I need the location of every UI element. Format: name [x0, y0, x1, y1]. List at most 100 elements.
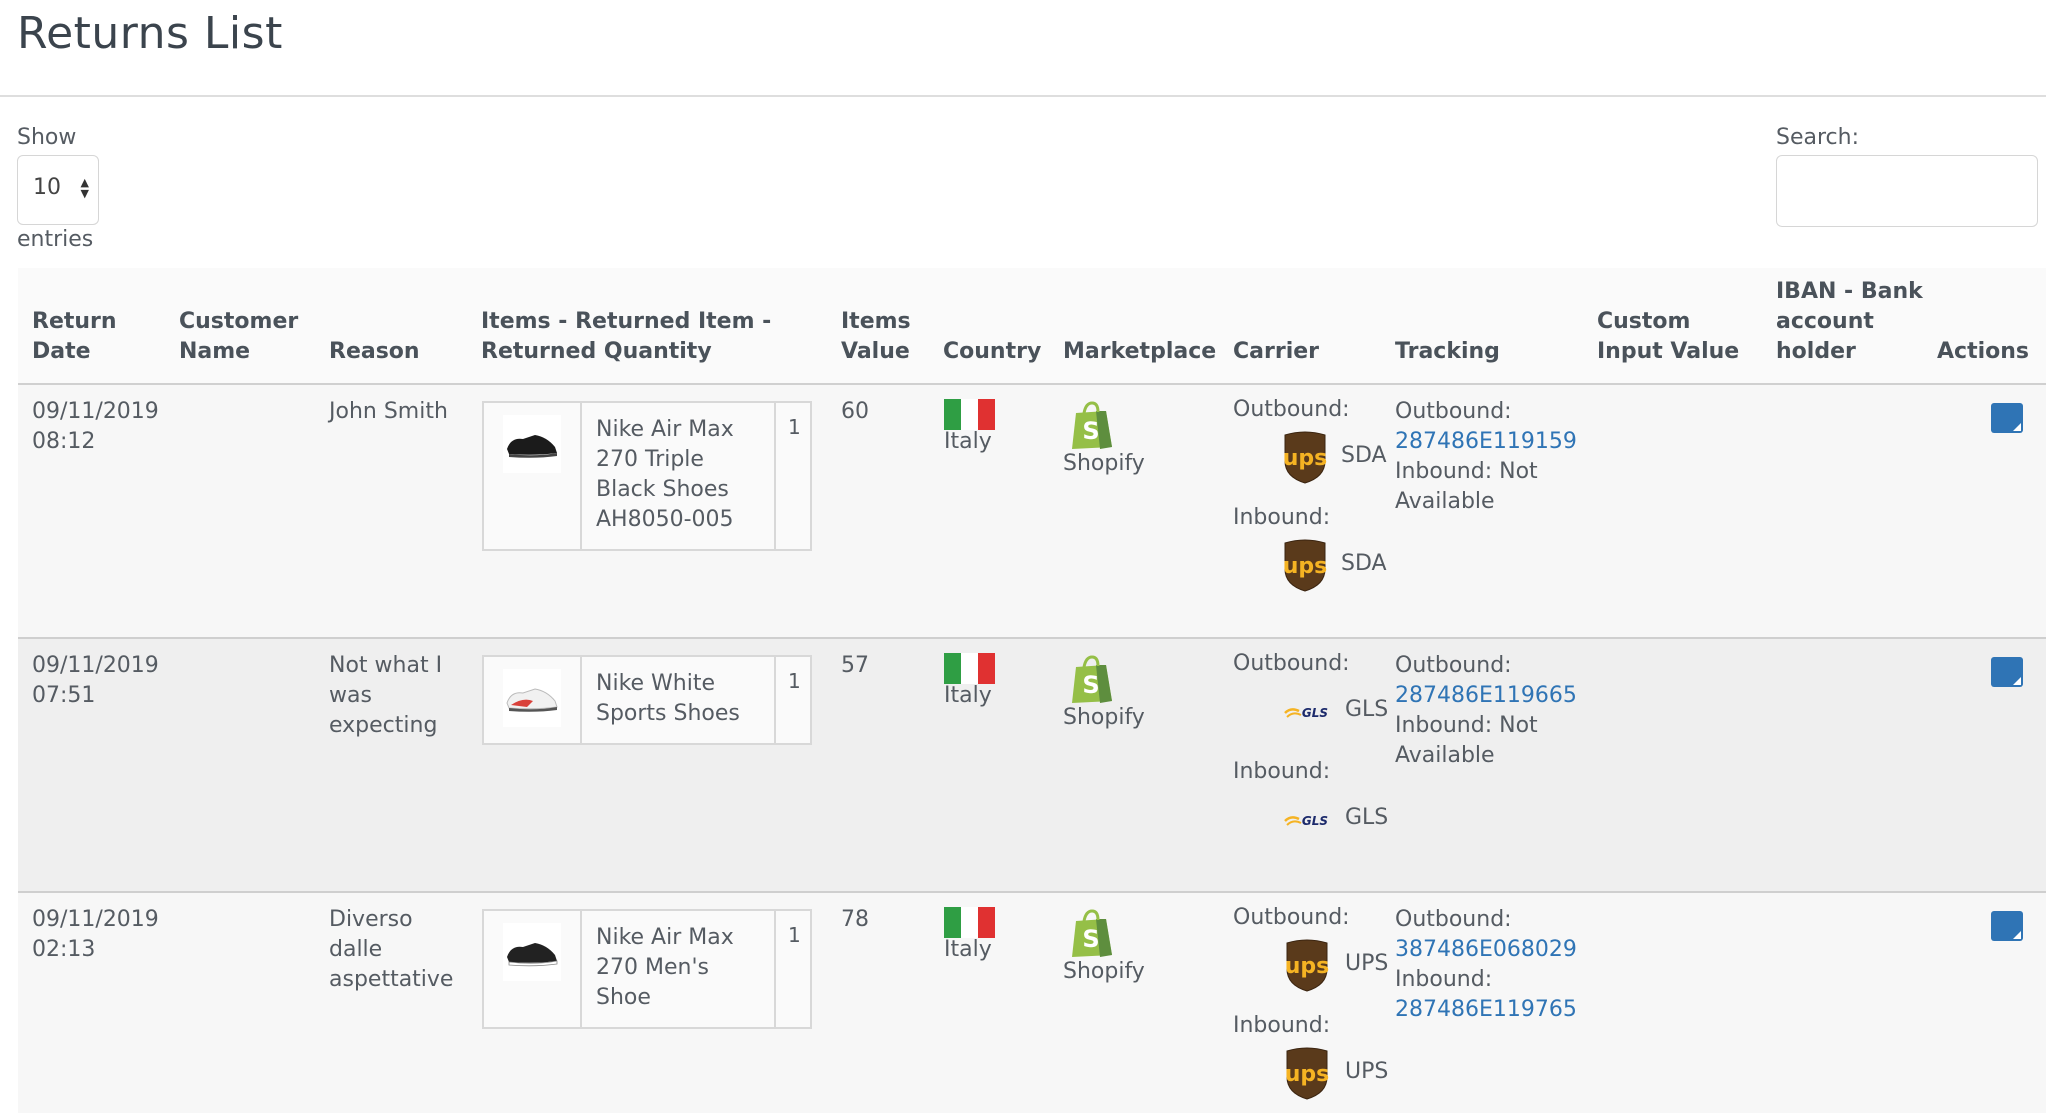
- svg-text:ups: ups: [1283, 446, 1328, 471]
- svg-text:ups: ups: [1285, 954, 1330, 979]
- tracking-inbound-value: Available: [1395, 743, 1495, 768]
- outbound-label: Outbound:: [1233, 651, 1350, 676]
- select-arrows-icon: ▲ ▼: [80, 176, 89, 200]
- th-tracking[interactable]: Tracking: [1395, 337, 1500, 367]
- returned-item: Nike Air Max 270 Men's Shoe 1: [482, 909, 812, 1029]
- returns-table: Return Date Customer Name Reason Items - R…: [18, 268, 2046, 1113]
- inbound-label: Inbound:: [1233, 1013, 1331, 1038]
- items-value: 78: [841, 907, 869, 932]
- inbound-label: Inbound:: [1233, 759, 1331, 784]
- tracking-outbound-label: Outbound:: [1395, 653, 1512, 678]
- items-value: 57: [841, 653, 869, 678]
- edit-note-icon[interactable]: [1991, 657, 2023, 687]
- table-row: 09/11/2019 07:51 Not what Iwas expecting N…: [18, 639, 2046, 893]
- outbound-carrier: UPS: [1345, 951, 1389, 976]
- svg-text:GLS: GLS: [1302, 706, 1328, 720]
- th-items-value[interactable]: Items Value: [841, 307, 911, 367]
- tracking-info: Outbound: 287486E119665 Inbound: Not Ava…: [1395, 651, 1585, 771]
- table-controls: Show 10 ▲ ▼ entries Search:: [0, 97, 2046, 267]
- return-date: 09/11/2019 08:12: [32, 399, 159, 454]
- item-name: Nike Air Max 270 Men's Shoe: [582, 911, 776, 1027]
- outbound-label: Outbound:: [1233, 905, 1350, 930]
- tracking-inbound-value: Available: [1395, 489, 1495, 514]
- table-row: 09/11/2019 02:13 Diverso dalle aspettative …: [18, 893, 2046, 1113]
- country-name: Italy: [944, 937, 992, 962]
- tracking-inbound-link[interactable]: 287486E119765: [1395, 997, 1577, 1022]
- country-name: Italy: [944, 683, 992, 708]
- return-date: 09/11/2019 07:51: [32, 653, 159, 708]
- shopify-bag-icon: S: [1068, 401, 1114, 455]
- returned-item: Nike White Sports Shoes 1: [482, 655, 812, 745]
- shoe-icon: [507, 435, 557, 458]
- svg-text:GLS: GLS: [1302, 814, 1328, 828]
- reason: Not what Iwas expecting: [329, 653, 443, 738]
- tracking-inbound-label: Inbound:: [1395, 967, 1493, 992]
- th-items[interactable]: Items - Returned Item - Returned Quantity: [481, 307, 771, 367]
- italy-flag-icon: [944, 907, 995, 938]
- outbound-carrier: SDA: [1341, 443, 1387, 468]
- entries-label: entries: [17, 227, 94, 252]
- return-date: 09/11/2019 02:13: [32, 907, 159, 962]
- th-marketplace[interactable]: Marketplace: [1063, 337, 1216, 367]
- table-header: Return Date Customer Name Reason Items - R…: [18, 268, 2046, 385]
- tracking-outbound-link[interactable]: 287486E119665: [1395, 683, 1577, 708]
- tracking-info: Outbound: 387486E068029 Inbound: 287486E…: [1395, 905, 1585, 1025]
- ups-logo-icon: ups: [1283, 939, 1331, 997]
- svg-text:S: S: [1082, 417, 1099, 445]
- edit-note-icon[interactable]: [1991, 911, 2023, 941]
- inbound-label: Inbound:: [1233, 505, 1331, 530]
- th-actions: Actions: [1937, 339, 2029, 364]
- shopify-bag-icon: S: [1068, 655, 1114, 709]
- page-title: Returns List: [17, 8, 283, 59]
- item-quantity: 1: [788, 669, 801, 693]
- inbound-carrier: UPS: [1345, 1059, 1389, 1084]
- tracking-outbound-label: Outbound:: [1395, 399, 1512, 424]
- search-input[interactable]: [1776, 155, 2038, 227]
- shopify-bag-icon: S: [1068, 909, 1114, 963]
- th-carrier[interactable]: Carrier: [1233, 337, 1319, 367]
- item-image: [484, 657, 582, 743]
- th-custom-input[interactable]: Custom Input Value: [1597, 307, 1739, 367]
- item-image: [484, 403, 582, 549]
- tracking-outbound-link[interactable]: 287486E119159: [1395, 429, 1577, 454]
- item-quantity: 1: [788, 415, 801, 439]
- ups-logo-icon: ups: [1283, 1047, 1331, 1105]
- svg-text:ups: ups: [1283, 554, 1328, 579]
- show-label: Show: [17, 125, 77, 150]
- gls-logo-icon: GLS: [1283, 811, 1331, 833]
- tracking-info: Outbound: 287486E119159 Inbound: Not Ava…: [1395, 397, 1585, 517]
- italy-flag-icon: [944, 653, 995, 684]
- search-label: Search:: [1776, 125, 1859, 150]
- country-name: Italy: [944, 429, 992, 454]
- returned-item: Nike Air Max 270 Triple Black Shoes AH8050-…: [482, 401, 812, 551]
- ups-logo-icon: ups: [1281, 539, 1329, 597]
- item-name: Nike White Sports Shoes: [582, 657, 776, 743]
- page-header: Returns List: [0, 0, 2046, 97]
- outbound-carrier: GLS: [1345, 697, 1389, 722]
- th-country[interactable]: Country: [943, 337, 1041, 367]
- tracking-outbound-label: Outbound:: [1395, 907, 1512, 932]
- gls-logo-icon: GLS: [1283, 703, 1331, 725]
- th-customer-name[interactable]: Customer Name: [179, 307, 298, 367]
- item-quantity: 1: [788, 923, 801, 947]
- th-return-date[interactable]: Return Date: [32, 307, 117, 367]
- reason: Diverso dalle aspettative: [329, 907, 454, 992]
- tracking-outbound-link[interactable]: 387486E068029: [1395, 937, 1577, 962]
- th-iban[interactable]: IBAN - Bank account holder: [1776, 277, 1923, 367]
- italy-flag-icon: [944, 399, 995, 430]
- item-image: [484, 911, 582, 1027]
- item-name: Nike Air Max 270 Triple Black Shoes AH8050-…: [582, 403, 776, 549]
- inbound-carrier: GLS: [1345, 805, 1389, 830]
- table-row: 09/11/2019 08:12 John Smith Nike Air Max 2…: [18, 385, 2046, 639]
- marketplace-name: Shopify: [1063, 959, 1145, 984]
- entries-select[interactable]: 10 ▲ ▼: [17, 155, 99, 225]
- shoe-icon: [506, 688, 558, 712]
- marketplace-name: Shopify: [1063, 451, 1145, 476]
- svg-text:S: S: [1082, 671, 1099, 699]
- ups-logo-icon: ups: [1281, 431, 1329, 489]
- tracking-inbound-label: Inbound: Not: [1395, 713, 1538, 738]
- items-value: 60: [841, 399, 869, 424]
- tracking-inbound-label: Inbound: Not: [1395, 459, 1538, 484]
- edit-note-icon[interactable]: [1991, 403, 2023, 433]
- th-reason[interactable]: Reason: [329, 337, 420, 367]
